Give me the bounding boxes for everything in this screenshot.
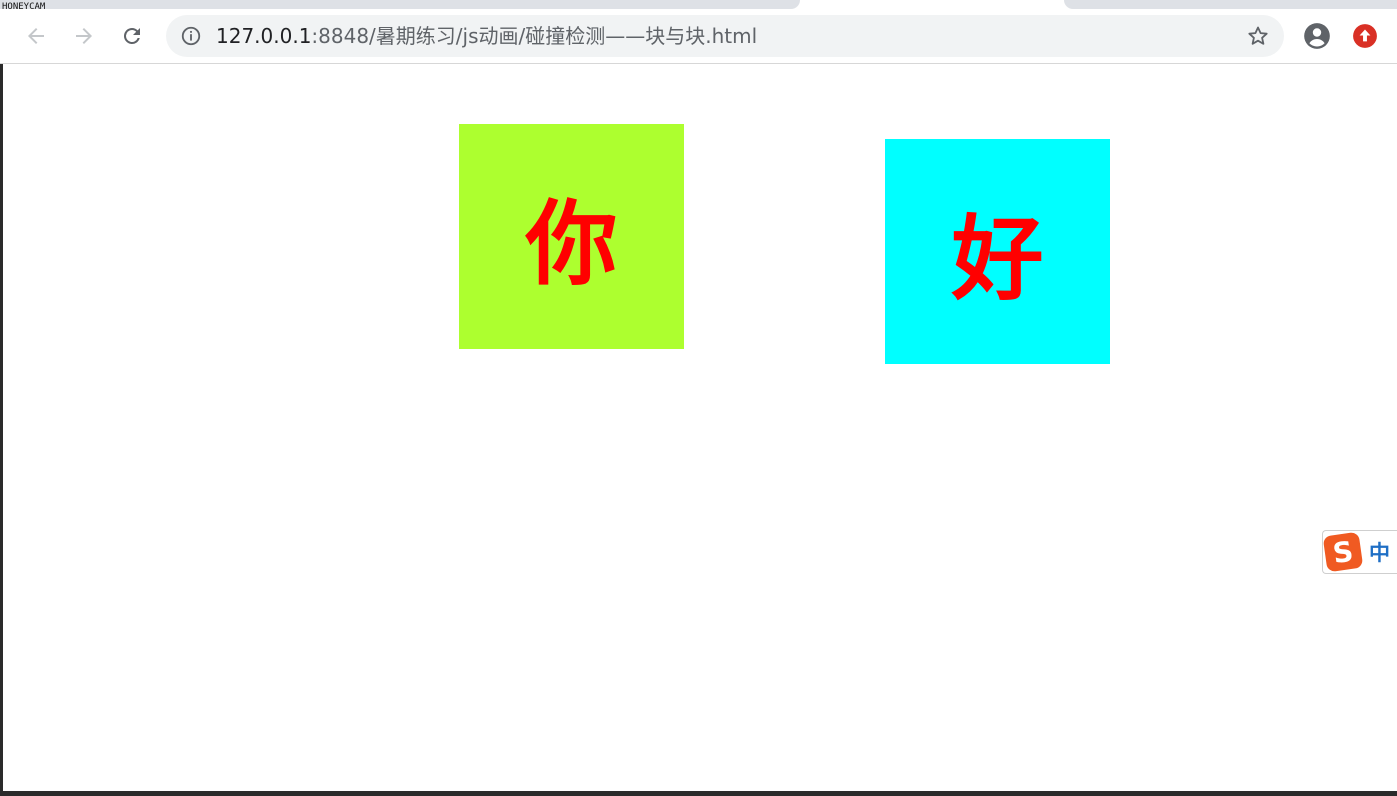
draggable-block-hao[interactable]: 好 — [885, 139, 1110, 364]
star-icon[interactable] — [1246, 24, 1270, 48]
inactive-tab-left[interactable] — [0, 0, 800, 9]
tab-strip — [0, 0, 1397, 9]
ime-toolbar[interactable]: S 中 — [1322, 530, 1397, 574]
inactive-tab-right[interactable] — [1064, 0, 1397, 9]
block-ni-text: 你 — [525, 190, 618, 298]
draggable-block-ni[interactable]: 你 — [459, 124, 684, 349]
reload-button[interactable] — [117, 21, 147, 51]
taskbar-edge — [0, 791, 1397, 796]
update-button[interactable] — [1350, 21, 1380, 51]
block-hao-text: 好 — [951, 205, 1044, 313]
ime-mode-label[interactable]: 中 — [1369, 537, 1390, 567]
back-button[interactable] — [21, 21, 51, 51]
forward-button[interactable] — [69, 21, 99, 51]
account-button[interactable] — [1302, 21, 1332, 51]
page-viewport: 你 好 — [3, 64, 1397, 791]
sogou-logo-icon: S — [1322, 531, 1364, 573]
url-path: :8848/暑期练习/js动画/碰撞检测——块与块.html — [311, 24, 758, 48]
back-arrow-icon — [28, 28, 44, 44]
reload-icon — [124, 28, 140, 44]
address-bar[interactable]: 127.0.0.1:8848/暑期练习/js动画/碰撞检测——块与块.html — [166, 15, 1284, 57]
browser-toolbar: 127.0.0.1:8848/暑期练习/js动画/碰撞检测——块与块.html — [0, 9, 1397, 64]
update-icon — [1353, 24, 1377, 48]
url-text[interactable]: 127.0.0.1:8848/暑期练习/js动画/碰撞检测——块与块.html — [216, 15, 757, 57]
url-host: 127.0.0.1 — [216, 24, 312, 48]
account-icon — [1304, 23, 1330, 49]
forward-arrow-icon — [76, 28, 92, 44]
recorder-watermark: HONEYCAM — [2, 2, 46, 12]
info-icon[interactable] — [180, 25, 202, 47]
